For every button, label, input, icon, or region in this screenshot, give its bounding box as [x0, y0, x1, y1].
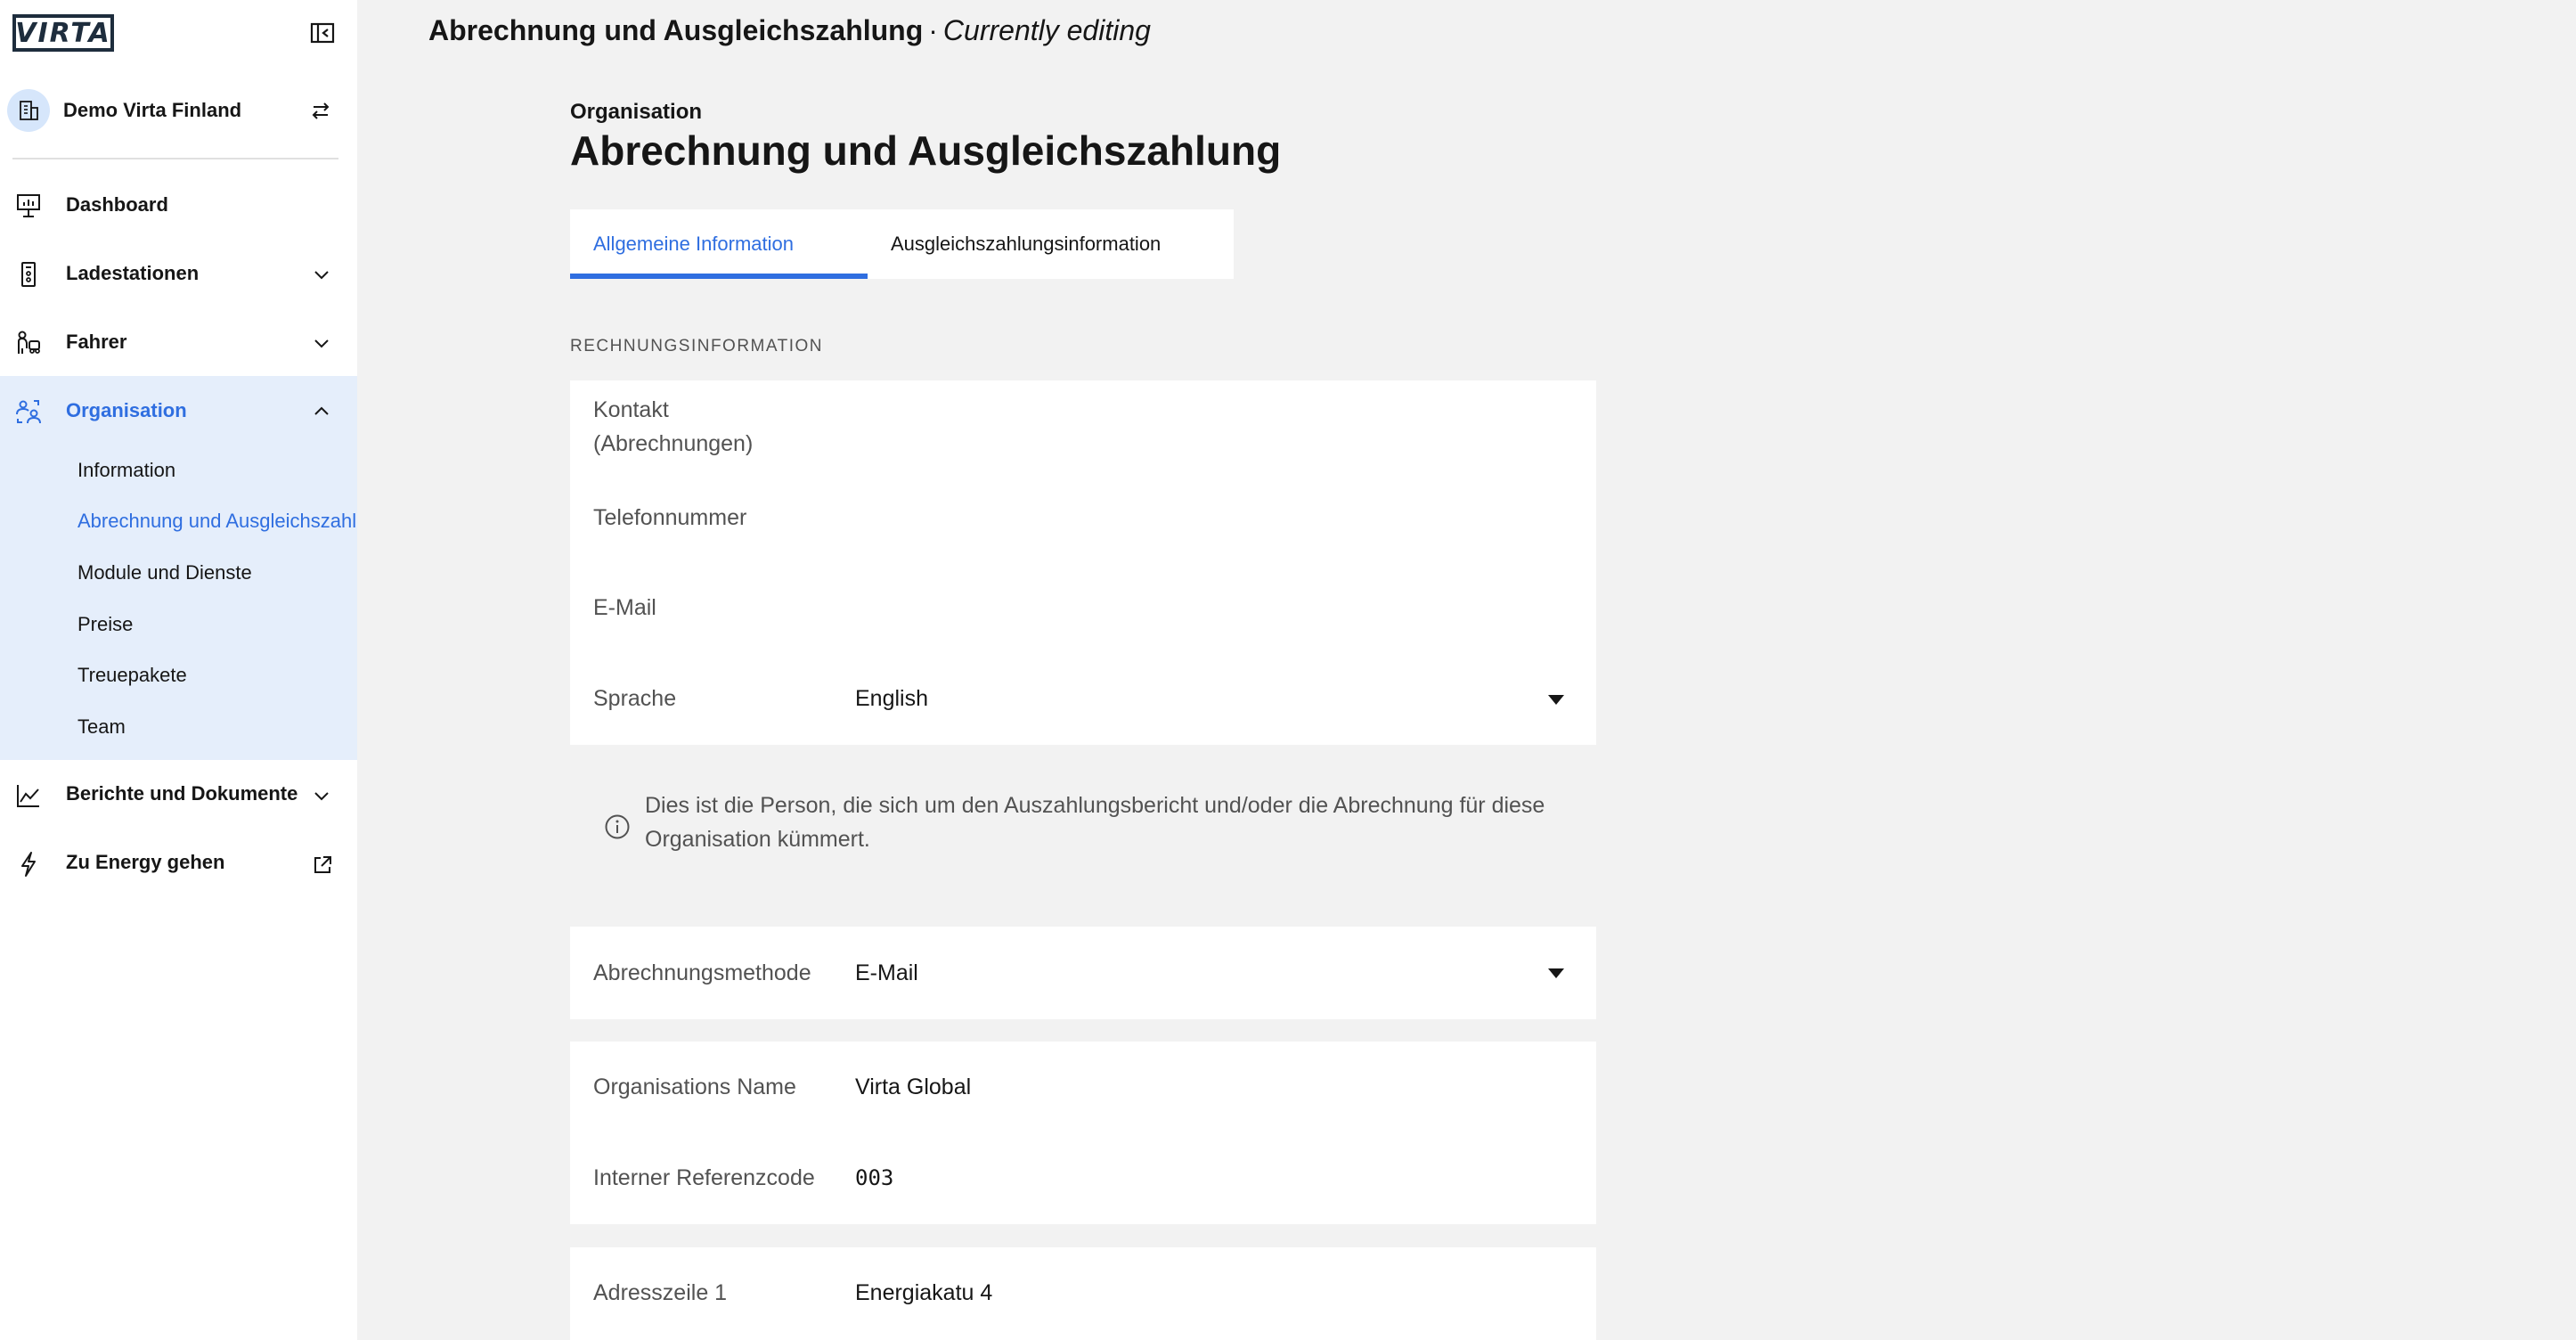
- sidebar-item-fahrer[interactable]: Fahrer: [0, 307, 357, 376]
- chevron-down-icon: [312, 786, 331, 805]
- dashboard-icon: [14, 192, 43, 220]
- org-name-field[interactable]: Virta Global: [855, 1070, 971, 1104]
- swap-icon[interactable]: [308, 98, 333, 123]
- sidebar-nav: Dashboard Ladestationen Fahrer Organisat…: [0, 170, 357, 897]
- sidebar-item-label: Organisation: [66, 398, 187, 421]
- sidebar-subitem-loyalty[interactable]: Treuepakete: [0, 650, 357, 701]
- chevron-up-icon: [312, 402, 331, 421]
- address1-label: Adresszeile 1: [593, 1280, 728, 1305]
- main-content: Abrechnung und Ausgleichszahlung · Current…: [357, 0, 2576, 1340]
- email-input[interactable]: [855, 581, 1568, 634]
- charging-station-icon: [14, 260, 43, 289]
- org-name-label: Organisations Name: [593, 1074, 796, 1099]
- sidebar-subitem-prices[interactable]: Preise: [0, 599, 357, 650]
- sidebar: VIRTA Demo Virta Finland Dashboard Lades…: [0, 0, 357, 1340]
- organization-switcher[interactable]: Demo Virta Finland: [7, 86, 338, 135]
- sidebar-divider: [12, 158, 338, 159]
- sidebar-subitem-team[interactable]: Team: [0, 701, 357, 753]
- phone-label: Telefonnummer: [593, 505, 747, 530]
- building-icon: [7, 89, 50, 132]
- chevron-down-icon: [312, 333, 331, 353]
- tab-general-information[interactable]: Allgemeine Information: [570, 209, 868, 279]
- organisation-details-card: Organisations Name Virta Global Interner…: [570, 1042, 1596, 1224]
- page-heading: Abrechnung und Ausgleichszahlung · Current…: [428, 14, 1151, 47]
- billing-method-label: Abrechnungsmethode: [593, 960, 811, 985]
- lightning-icon: [14, 850, 43, 878]
- sidebar-item-organisation[interactable]: Organisation: [0, 376, 357, 445]
- ref-code-field[interactable]: 003: [855, 1161, 893, 1195]
- billing-method-select[interactable]: E-Mail: [855, 956, 918, 990]
- organization-icon: [14, 397, 43, 426]
- sidebar-subitem-modules[interactable]: Module und Dienste: [0, 547, 357, 599]
- language-label: Sprache: [593, 686, 677, 711]
- contact-label: Kontakt (Abrechnungen): [593, 397, 754, 456]
- external-link-icon: [312, 854, 331, 874]
- email-label: E-Mail: [593, 595, 656, 620]
- chart-icon: [14, 781, 43, 810]
- sidebar-item-label: Fahrer: [66, 330, 127, 353]
- ref-code-label: Interner Referenzcode: [593, 1165, 815, 1190]
- organisation-subnav: Information Abrechnung und Ausgleichszah…: [0, 445, 357, 760]
- editing-status: Currently editing: [942, 14, 1151, 46]
- sidebar-item-label: Berichte und Dokumente: [66, 782, 298, 805]
- heading-separator: ·: [928, 14, 938, 46]
- sidebar-item-reports[interactable]: Berichte und Dokumente: [0, 760, 357, 829]
- contact-card: Kontakt (Abrechnungen) Telefonnummer E-M…: [570, 380, 1596, 745]
- tab-settlement-information[interactable]: Ausgleichszahlungsinformation: [868, 209, 1234, 279]
- collapse-sidebar-icon[interactable]: [310, 21, 335, 45]
- info-icon: [604, 813, 631, 840]
- sidebar-item-ladestationen[interactable]: Ladestationen: [0, 239, 357, 307]
- phone-input[interactable]: [855, 491, 1568, 544]
- page-title: Abrechnung und Ausgleichszahlung: [570, 127, 1282, 174]
- sidebar-item-label: Zu Energy gehen: [66, 851, 225, 874]
- sidebar-subitem-information[interactable]: Information: [0, 445, 357, 496]
- driver-icon: [14, 329, 43, 357]
- breadcrumb[interactable]: Organisation: [570, 100, 702, 125]
- language-select[interactable]: English: [855, 682, 928, 715]
- info-text: Dies ist die Person, die sich um den Aus…: [645, 793, 1545, 852]
- sidebar-item-label: Dashboard: [66, 192, 168, 216]
- caret-down-icon[interactable]: [1547, 693, 1565, 706]
- chevron-down-icon: [312, 265, 331, 284]
- sidebar-item-dashboard[interactable]: Dashboard: [0, 170, 357, 239]
- page-heading-title: Abrechnung und Ausgleichszahlung: [428, 14, 924, 46]
- billing-method-card: Abrechnungsmethode E-Mail: [570, 927, 1596, 1019]
- tab-bar: Allgemeine Information Ausgleichszahlung…: [570, 209, 1234, 279]
- sidebar-subitem-billing[interactable]: Abrechnung und Ausgleichszahlung: [0, 496, 357, 548]
- sidebar-item-label: Ladestationen: [66, 261, 200, 284]
- section-label: RECHNUNGSINFORMATION: [570, 337, 824, 355]
- sidebar-item-energy[interactable]: Zu Energy gehen: [0, 829, 357, 897]
- caret-down-icon[interactable]: [1547, 967, 1565, 979]
- address1-field[interactable]: Energiakatu 4: [855, 1276, 992, 1310]
- contact-input[interactable]: [855, 395, 1568, 448]
- info-note: Dies ist die Person, die sich um den Aus…: [604, 788, 1596, 856]
- virta-logo[interactable]: VIRTA: [12, 14, 114, 52]
- address-card: Adresszeile 1 Energiakatu 4: [570, 1247, 1596, 1340]
- organization-name: Demo Virta Finland: [63, 99, 242, 121]
